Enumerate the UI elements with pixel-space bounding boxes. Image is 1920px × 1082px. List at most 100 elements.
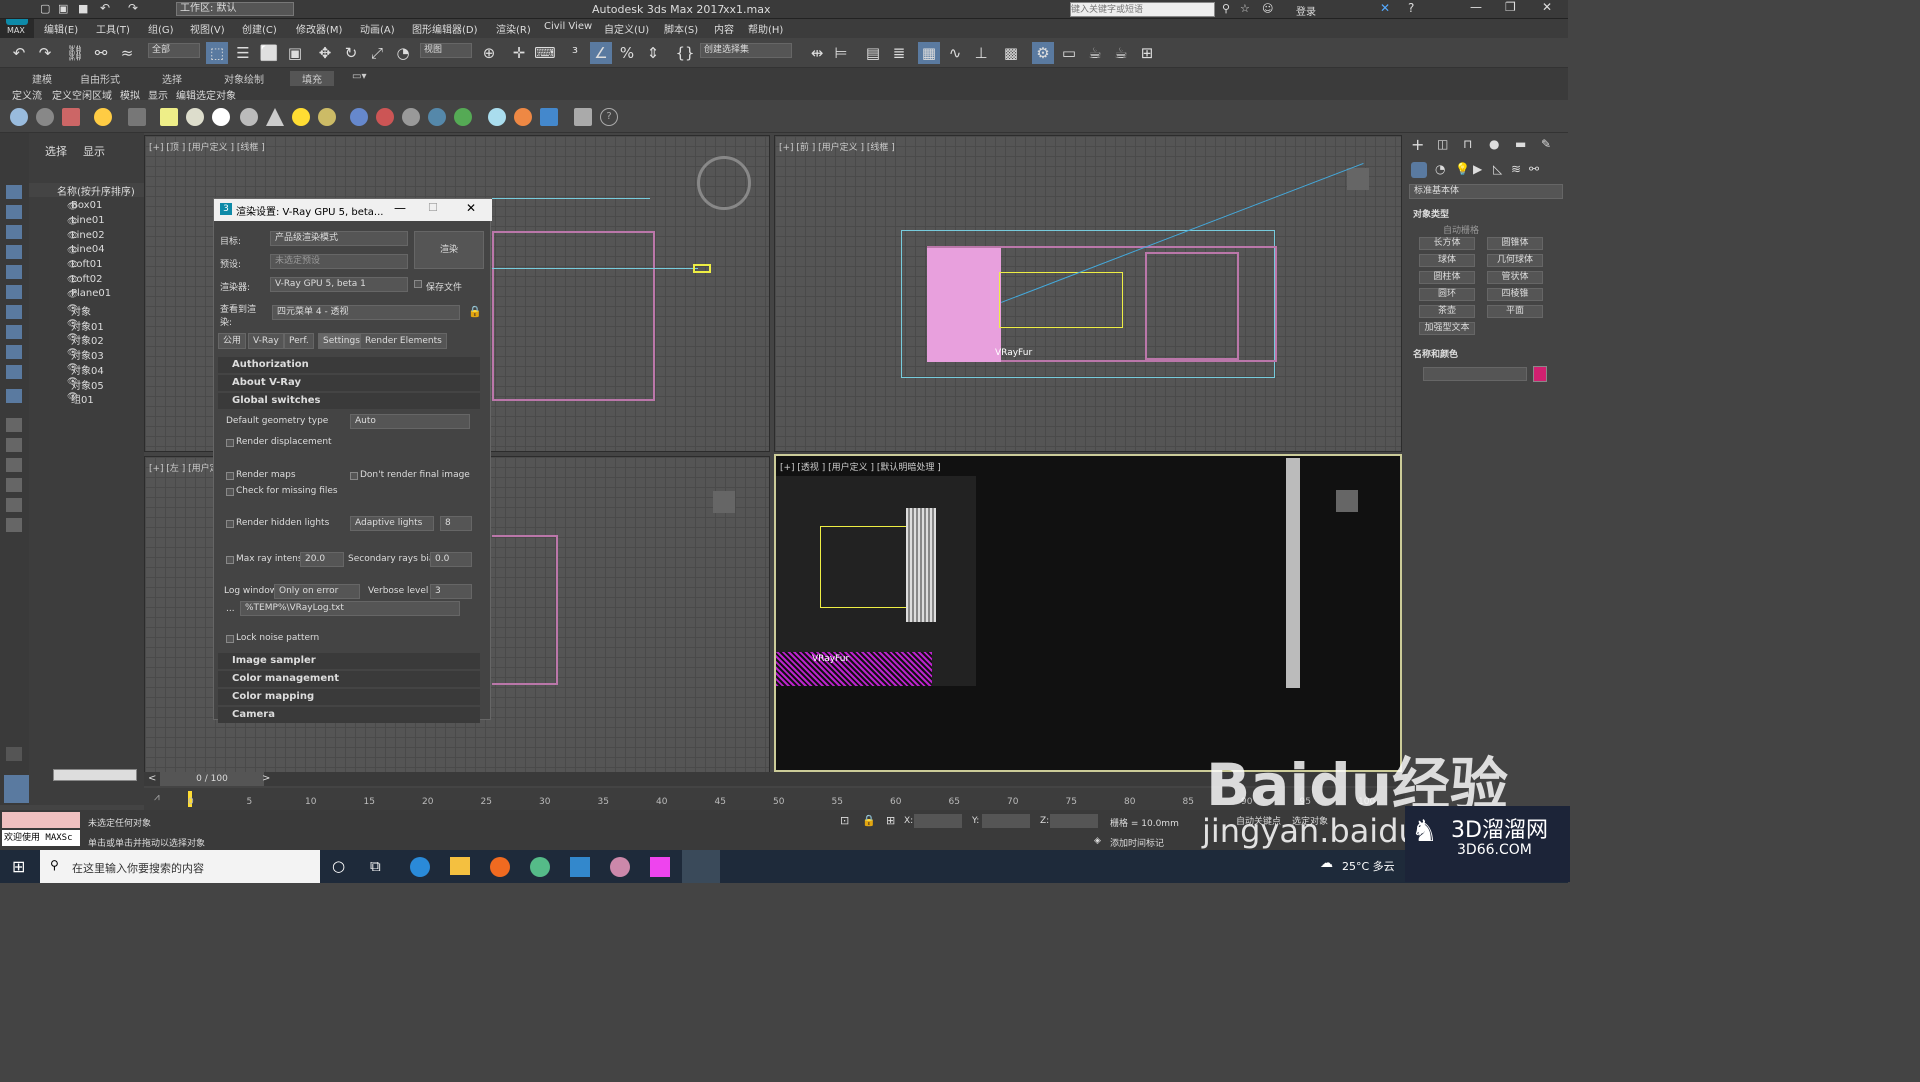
subtab-edit-selected[interactable]: 编辑选定对象	[176, 87, 236, 102]
tab-vray[interactable]: V-Ray	[248, 333, 284, 349]
curve-editor-mini-icon[interactable]: ⩘	[154, 792, 160, 803]
auto-grid-label[interactable]: 自动栅格	[1443, 223, 1479, 236]
save-file-icon[interactable]: ■	[78, 2, 88, 15]
helpers-icon[interactable]: ◺	[1493, 162, 1502, 176]
subtab-define-flows[interactable]: 定义流	[12, 87, 42, 102]
filter-all-icon[interactable]	[6, 389, 22, 403]
lock-noise-checkbox[interactable]	[226, 635, 234, 643]
save-file-checkbox[interactable]	[414, 280, 422, 288]
filter-cameras-icon[interactable]	[6, 245, 22, 259]
file-explorer-icon[interactable]	[450, 857, 470, 875]
filter-lights-icon[interactable]	[6, 225, 22, 239]
add-time-tag-icon[interactable]: ◈	[1094, 836, 1101, 846]
pivot-center-icon[interactable]: ⊕	[478, 42, 500, 64]
gear-icon[interactable]	[428, 108, 446, 126]
section-global-switches[interactable]: Global switches	[218, 393, 480, 409]
mobile-icon[interactable]	[574, 108, 592, 126]
render-displacement-checkbox[interactable]	[226, 439, 234, 447]
filter-funnel-icon[interactable]	[6, 478, 22, 492]
windows-start-icon[interactable]: ⊞	[12, 857, 25, 876]
hierarchy-tab-icon[interactable]: ⊓	[1463, 137, 1472, 151]
help-circle-icon[interactable]: ?	[600, 108, 618, 126]
dialog-titlebar[interactable]: 3 渲染设置: V-Ray GPU 5, beta... — ☐ ✕	[214, 199, 492, 221]
sphere-icon[interactable]	[212, 108, 230, 126]
quad-layout-icon[interactable]	[4, 775, 30, 803]
light-gizmo-icon[interactable]	[693, 264, 711, 273]
edge-icon[interactable]	[410, 857, 430, 877]
shapes-icon[interactable]: ◔	[1435, 162, 1445, 176]
viewport-top-label[interactable]: [+] [顶 ] [用户定义 ] [线框 ]	[149, 140, 265, 153]
lights-icon[interactable]: 💡	[1455, 162, 1470, 176]
percent-snap-icon[interactable]: %	[616, 42, 638, 64]
hemisphere-icon[interactable]	[186, 108, 204, 126]
layer-toggle-icon[interactable]	[6, 418, 22, 432]
scene-tab-select[interactable]: 选择	[45, 143, 67, 159]
name-color-header[interactable]: 名称和颜色	[1413, 347, 1458, 360]
filter-geometry-icon[interactable]	[6, 185, 22, 199]
viewport-front-label[interactable]: [+] [前 ] [用户定义 ] [线框 ]	[779, 140, 895, 153]
select-by-name-icon[interactable]: ☰	[232, 42, 254, 64]
cone-icon[interactable]	[266, 108, 284, 126]
rotate-icon[interactable]: ↻	[340, 42, 362, 64]
sec-bias-spinner[interactable]: 0.0	[430, 552, 472, 567]
dont-render-checkbox[interactable]	[350, 472, 358, 480]
scale-icon[interactable]: ⤢	[366, 42, 388, 64]
auto-key-button[interactable]: 自动关键点	[1236, 814, 1281, 827]
maximize-icon[interactable]: ☐	[428, 201, 438, 214]
y-coord-input[interactable]	[982, 814, 1030, 828]
create-tab-icon[interactable]: +	[1411, 135, 1424, 154]
menu-group[interactable]: 组(G)	[148, 21, 174, 36]
scene-list-header[interactable]: 名称(按升序排序)	[29, 183, 144, 198]
molecule-icon[interactable]	[376, 108, 394, 126]
textplus-button[interactable]: 加强型文本	[1419, 322, 1475, 335]
viewcube-icon[interactable]	[697, 156, 751, 210]
bind-spacewarp-icon[interactable]: ≈	[116, 42, 138, 64]
viewport-perspective[interactable]: [+] [透视 ] [用户定义 ] [默认明暗处理 ] VRayFur	[774, 454, 1402, 772]
scene-tab-display[interactable]: 显示	[83, 143, 105, 159]
menu-civil-view[interactable]: Civil View	[544, 21, 592, 32]
tent-icon[interactable]	[402, 108, 420, 126]
menu-edit[interactable]: 编辑(E)	[44, 21, 78, 36]
log-path-input[interactable]: %TEMP%\VRayLog.txt	[240, 601, 460, 616]
max-ray-spinner[interactable]: 20.0	[300, 552, 344, 567]
redo-icon[interactable]: ↷	[128, 1, 138, 15]
snaps-toggle-icon[interactable]: ³	[564, 42, 586, 64]
maxscript-listener-pink[interactable]	[2, 812, 80, 828]
placement-icon[interactable]: ◔	[392, 42, 414, 64]
paint-icon[interactable]	[610, 857, 630, 877]
camera-icon[interactable]	[128, 108, 146, 126]
time-slider[interactable]: < 0 / 100 >	[144, 772, 1405, 786]
render-sphere-icon[interactable]	[488, 108, 506, 126]
app-icon-3[interactable]	[650, 857, 670, 877]
light-bulb-icon[interactable]	[94, 108, 112, 126]
adaptive-lights-dropdown[interactable]: Adaptive lights	[350, 516, 434, 531]
viewcube-icon[interactable]	[1347, 168, 1369, 190]
z-coord-input[interactable]	[1050, 814, 1098, 828]
menu-help[interactable]: 帮助(H)	[748, 21, 783, 36]
particles-icon[interactable]	[350, 108, 368, 126]
absolute-mode-icon[interactable]: ⊞	[886, 814, 895, 827]
tab-selection[interactable]: 选择	[162, 71, 182, 86]
motion-tab-icon[interactable]: ●	[1489, 137, 1499, 151]
rect-selection-icon[interactable]: ⬜	[258, 42, 280, 64]
app-icon-1[interactable]	[530, 857, 550, 877]
filter-xrefs-icon[interactable]	[6, 325, 22, 339]
maxscript-listener[interactable]: 欢迎使用 MAXSc	[2, 830, 80, 846]
subtab-define-idle[interactable]: 定义空闲区域	[52, 87, 112, 102]
folder-icon[interactable]	[6, 518, 22, 532]
hidden-lights-checkbox[interactable]	[226, 520, 234, 528]
pyramid-button[interactable]: 四棱锥	[1487, 288, 1543, 301]
link-icon[interactable]: ⛓	[64, 42, 86, 64]
x-exchange-icon[interactable]: ✕	[1380, 1, 1390, 15]
task-view-icon[interactable]: ⧉	[370, 857, 381, 875]
viewport-front[interactable]: [+] [前 ] [用户定义 ] [线框 ] VRayFur	[774, 135, 1402, 452]
selection-filter-dropdown[interactable]: 全部	[148, 43, 200, 58]
filter-groups-icon[interactable]	[6, 305, 22, 319]
box-button[interactable]: 长方体	[1419, 237, 1475, 250]
close-icon[interactable]: ✕	[466, 201, 476, 215]
render-setup-icon[interactable]: ⚙	[1032, 42, 1054, 64]
filter-shapes-icon[interactable]	[6, 205, 22, 219]
menu-customize[interactable]: 自定义(U)	[604, 21, 649, 36]
filter-containers-icon[interactable]	[6, 365, 22, 379]
section-color-management[interactable]: Color management	[218, 671, 480, 687]
